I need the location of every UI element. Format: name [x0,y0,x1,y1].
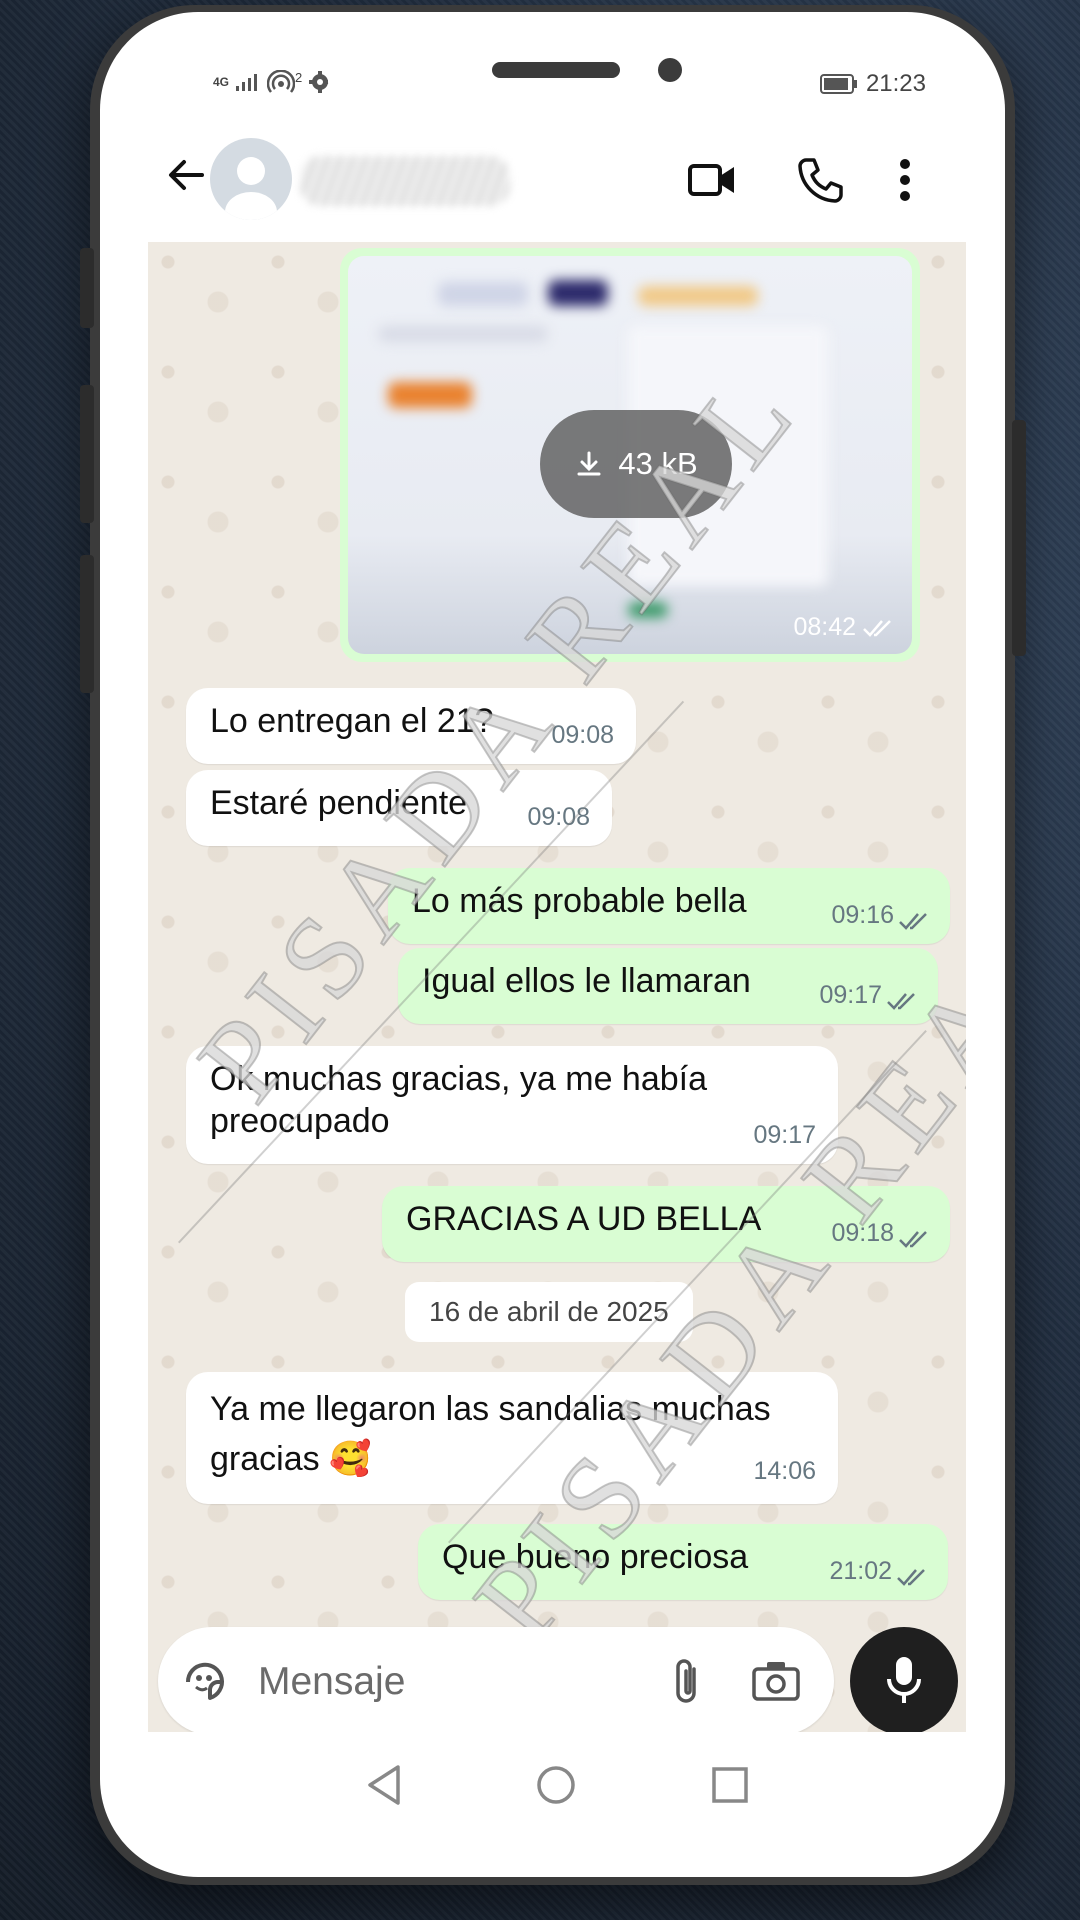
notch [328,56,798,118]
blurred-content [628,602,668,618]
camera-icon[interactable] [750,1657,802,1705]
home-circle-icon[interactable] [526,1755,586,1815]
blurred-content [378,326,548,342]
message-text: Que bueno preciosa [442,1538,749,1576]
contact-name[interactable] [300,156,510,206]
speaker [492,62,620,78]
side-button [80,555,94,693]
message-text: Lo entregan el 21? [210,702,494,740]
arrow-left-icon[interactable] [162,151,210,199]
system-navigation-bar [100,1735,1005,1845]
signal-icon [236,74,258,91]
time-label: 08:42 [793,613,856,641]
paperclip-icon[interactable] [666,1655,710,1709]
message-time: 09:16 [831,901,894,929]
outgoing-message[interactable]: Lo más probable bella 09:16 [388,868,950,944]
blurred-image-preview[interactable]: 43 kB 08:42 [348,256,912,654]
avatar[interactable] [210,138,292,220]
front-camera [658,58,682,82]
incoming-message[interactable]: Ya me llegaron las sandalias muchas grac… [186,1372,838,1504]
message-time: 21:02 [829,1557,892,1585]
side-button [1012,420,1026,656]
message-text: Ya me llegaron las sandalias muchas grac… [210,1390,771,1478]
chat-header [148,126,966,236]
phone-icon[interactable] [794,154,846,206]
back-triangle-icon[interactable] [356,1755,416,1815]
battery-icon [819,74,857,94]
outgoing-message[interactable]: GRACIAS A UD BELLA 09:18 [382,1186,950,1262]
side-button [80,248,94,328]
message-text: Lo más probable bella [412,882,747,920]
chat-area[interactable]: 43 kB 08:42 Lo entregan el 21? 09:08 Est… [148,242,966,1732]
message-time: 09:17 [819,981,882,1009]
default-avatar-icon [225,157,277,220]
message-input[interactable] [256,1651,640,1713]
incoming-message[interactable]: Estaré pendiente 09:08 [186,770,612,846]
more-vertical-icon[interactable] [890,154,920,206]
sticker-icon[interactable] [180,1657,230,1707]
status-time: 21:23 [865,70,926,97]
phone-screen: 4G 2 21:23 43 kB 08:42 Lo entregan el 21… [148,56,966,1732]
incoming-message[interactable]: Ok muchas gracias, ya me había preocupad… [186,1046,838,1164]
message-time: 08:42 [793,613,896,642]
blurred-content [438,282,528,306]
download-icon [577,451,601,476]
status-right: 21:23 [819,70,926,98]
message-time: 14:06 [753,1457,816,1485]
blurred-content [388,382,472,408]
outgoing-message[interactable]: Igual ellos le llamaran 09:17 [398,948,938,1024]
double-check-icon [899,1231,927,1248]
incoming-message[interactable]: Lo entregan el 21? 09:08 [186,688,636,764]
network-label: 4G [213,75,230,89]
double-check-icon [897,1569,925,1586]
double-check-icon [887,993,915,1010]
message-time: 09:18 [831,1219,894,1247]
message-time: 09:17 [753,1121,816,1149]
microphone-button[interactable] [850,1627,958,1732]
message-text: GRACIAS A UD BELLA [406,1200,762,1238]
outgoing-message[interactable]: Que bueno preciosa 21:02 [418,1524,948,1600]
download-button[interactable]: 43 kB [540,410,732,518]
file-size: 43 kB [618,446,698,481]
hotspot-count: 2 [295,69,303,85]
message-composer [158,1627,834,1732]
message-time: 09:08 [551,721,614,749]
side-button [80,385,94,523]
message-text: Ok muchas gracias, ya me había preocupad… [210,1060,708,1140]
microphone-icon [887,1657,921,1703]
message-text: Estaré pendiente [210,784,468,822]
date-separator: 16 de abril de 2025 [405,1282,693,1342]
hotspot-icon [267,70,296,93]
double-check-icon [863,619,891,637]
blurred-content [638,286,758,306]
message-text: Igual ellos le llamaran [422,962,751,1000]
image-message[interactable]: 43 kB 08:42 [340,248,920,662]
double-check-icon [899,913,927,930]
video-camera-icon[interactable] [686,154,738,206]
blurred-content [548,280,608,306]
status-left: 4G 2 [213,70,332,94]
recents-square-icon[interactable] [700,1755,760,1815]
